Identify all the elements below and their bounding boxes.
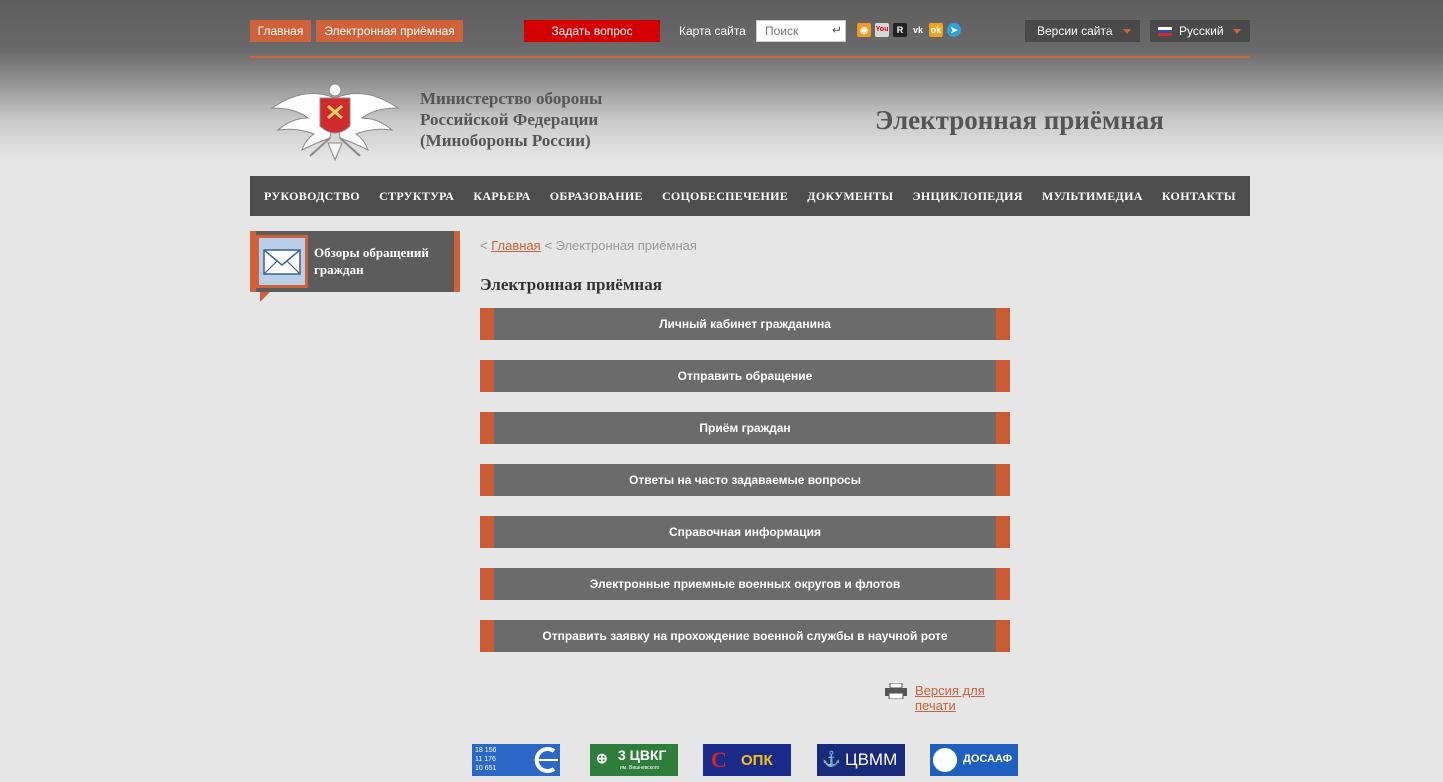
menu-send-appeal-button[interactable]: Отправить обращение bbox=[480, 360, 1010, 392]
site-versions-dropdown[interactable]: Версии сайта bbox=[1025, 20, 1140, 42]
print-version-link[interactable]: Версия для печати bbox=[915, 683, 1025, 713]
nav-structure[interactable]: СТРУКТУРА bbox=[379, 189, 454, 204]
logo-number-1: 18 156 bbox=[475, 747, 497, 754]
sidebar-tail bbox=[260, 292, 270, 302]
page-container: Главная Электронная приёмная Задать вопр… bbox=[250, 0, 1250, 782]
site-versions-label: Версии сайта bbox=[1037, 24, 1113, 38]
breadcrumb: < Главная < Электронная приёмная bbox=[480, 238, 697, 253]
envelope-icon bbox=[259, 238, 305, 285]
menu-citizen-account-button[interactable]: Личный кабинет гражданина bbox=[480, 308, 1010, 340]
logo-3cvkg-label: 3 ЦВКГ bbox=[618, 747, 667, 763]
ask-question-button[interactable]: Задать вопрос bbox=[524, 20, 660, 42]
menu-science-company-button[interactable]: Отправить заявку на прохождение военной … bbox=[480, 620, 1010, 652]
nav-multimedia[interactable]: МУЛЬТИМЕДИА bbox=[1042, 189, 1143, 204]
youtube-icon[interactable]: You bbox=[875, 23, 889, 37]
nav-documents[interactable]: ДОКУМЕНТЫ bbox=[807, 189, 893, 204]
opk-c-icon: C bbox=[711, 747, 727, 772]
chevron-down-icon bbox=[1123, 29, 1131, 34]
top-reception-button[interactable]: Электронная приёмная bbox=[316, 20, 463, 42]
sidebar-accent-right bbox=[454, 231, 460, 292]
logo-cvmm-label: ЦВММ bbox=[845, 750, 898, 769]
sidebar-icon-frame bbox=[256, 235, 308, 288]
search-input[interactable] bbox=[765, 22, 829, 40]
ministry-line-1: Министерство обороны bbox=[420, 89, 603, 108]
dosaaf-emblem-icon bbox=[933, 748, 957, 772]
breadcrumb-home-link[interactable]: Главная bbox=[491, 238, 540, 253]
search-box: ↵ bbox=[756, 20, 846, 42]
breadcrumb-current: Электронная приёмная bbox=[555, 238, 697, 253]
sidebar-label-line-1: Обзоры обращений bbox=[314, 245, 429, 260]
russia-flag-icon bbox=[1158, 27, 1172, 36]
printer-icon[interactable] bbox=[885, 683, 907, 699]
breadcrumb-separator: < bbox=[544, 238, 552, 253]
menu-reception-button[interactable]: Приём граждан bbox=[480, 412, 1010, 444]
ministry-line-2: Российской Федерации bbox=[420, 110, 599, 129]
partner-logo-cvmm[interactable]: ⚓ ЦВММ bbox=[817, 744, 905, 776]
top-home-button[interactable]: Главная bbox=[250, 20, 311, 42]
logo-number-2: 11 176 bbox=[475, 756, 496, 763]
logo-3cvkg-sub: им. Вишневского bbox=[620, 765, 660, 771]
menu-district-receptions-button[interactable]: Электронные приемные военных округов и ф… bbox=[480, 568, 1010, 600]
print-version: Версия для печати bbox=[885, 682, 1025, 713]
partner-logo-3cvkg[interactable]: ⊕ 3 ЦВКГ им. Вишневского bbox=[590, 744, 678, 776]
nav-leadership[interactable]: РУКОВОДСТВО bbox=[264, 189, 360, 204]
main-navigation: РУКОВОДСТВО СТРУКТУРА КАРЬЕРА ОБРАЗОВАНИ… bbox=[250, 176, 1250, 216]
language-dropdown[interactable]: Русский bbox=[1150, 20, 1250, 42]
emblem-logo[interactable] bbox=[270, 68, 400, 163]
page-title: Электронная приёмная bbox=[480, 275, 662, 294]
partner-logo-opk[interactable]: C ОПК bbox=[703, 744, 791, 776]
rss-icon[interactable]: ◉ bbox=[857, 23, 871, 37]
nav-career[interactable]: КАРЬЕРА bbox=[473, 189, 530, 204]
menu-faq-button[interactable]: Ответы на часто задаваемые вопросы bbox=[480, 464, 1010, 496]
nav-encyclopedia[interactable]: ЭНЦИКЛОПЕДИЯ bbox=[912, 189, 1022, 204]
vk-icon[interactable]: vk bbox=[911, 23, 925, 37]
telegram-icon[interactable]: ➤ bbox=[947, 23, 961, 37]
language-label: Русский bbox=[1179, 24, 1224, 38]
site-section-title: Электронная приёмная bbox=[875, 105, 1164, 135]
breadcrumb-separator: < bbox=[480, 238, 488, 253]
menu-reference-info-button[interactable]: Справочная информация bbox=[480, 516, 1010, 548]
nav-social[interactable]: СОЦОБЕСПЕЧЕНИЕ bbox=[662, 189, 788, 204]
enter-icon[interactable]: ↵ bbox=[832, 23, 842, 37]
logo-number-3: 10 651 bbox=[475, 765, 497, 772]
header-divider bbox=[250, 56, 1250, 58]
logo-opk-label: ОПК bbox=[741, 752, 773, 769]
naval-emblem-icon: ⚓ bbox=[822, 751, 841, 768]
sidebar-label: Обзоры обращений граждан bbox=[314, 244, 429, 278]
partner-logo-1[interactable]: 18 156 11 176 10 651 bbox=[472, 744, 560, 776]
nav-education[interactable]: ОБРАЗОВАНИЕ bbox=[550, 189, 643, 204]
medical-emblem-icon: ⊕ bbox=[596, 750, 608, 766]
sidebar-label-line-2: граждан bbox=[314, 262, 364, 277]
nav-contacts[interactable]: КОНТАКТЫ bbox=[1162, 189, 1236, 204]
chevron-down-icon bbox=[1233, 29, 1241, 34]
ministry-name: Министерство обороны Российской Федераци… bbox=[420, 88, 602, 151]
logo-dosaaf-label: ДОСААФ bbox=[963, 753, 1013, 765]
sidebar-appeals-reviews[interactable]: Обзоры обращений граждан bbox=[250, 231, 460, 292]
sitemap-link[interactable]: Карта сайта bbox=[679, 20, 746, 42]
odnoklassniki-icon[interactable]: ok bbox=[929, 23, 943, 37]
ministry-line-3: (Минобороны России) bbox=[420, 131, 591, 150]
partner-logo-dosaaf[interactable]: ДОСААФ bbox=[930, 744, 1018, 776]
rutube-icon[interactable]: R bbox=[893, 23, 907, 37]
c-symbol-icon bbox=[534, 747, 558, 773]
